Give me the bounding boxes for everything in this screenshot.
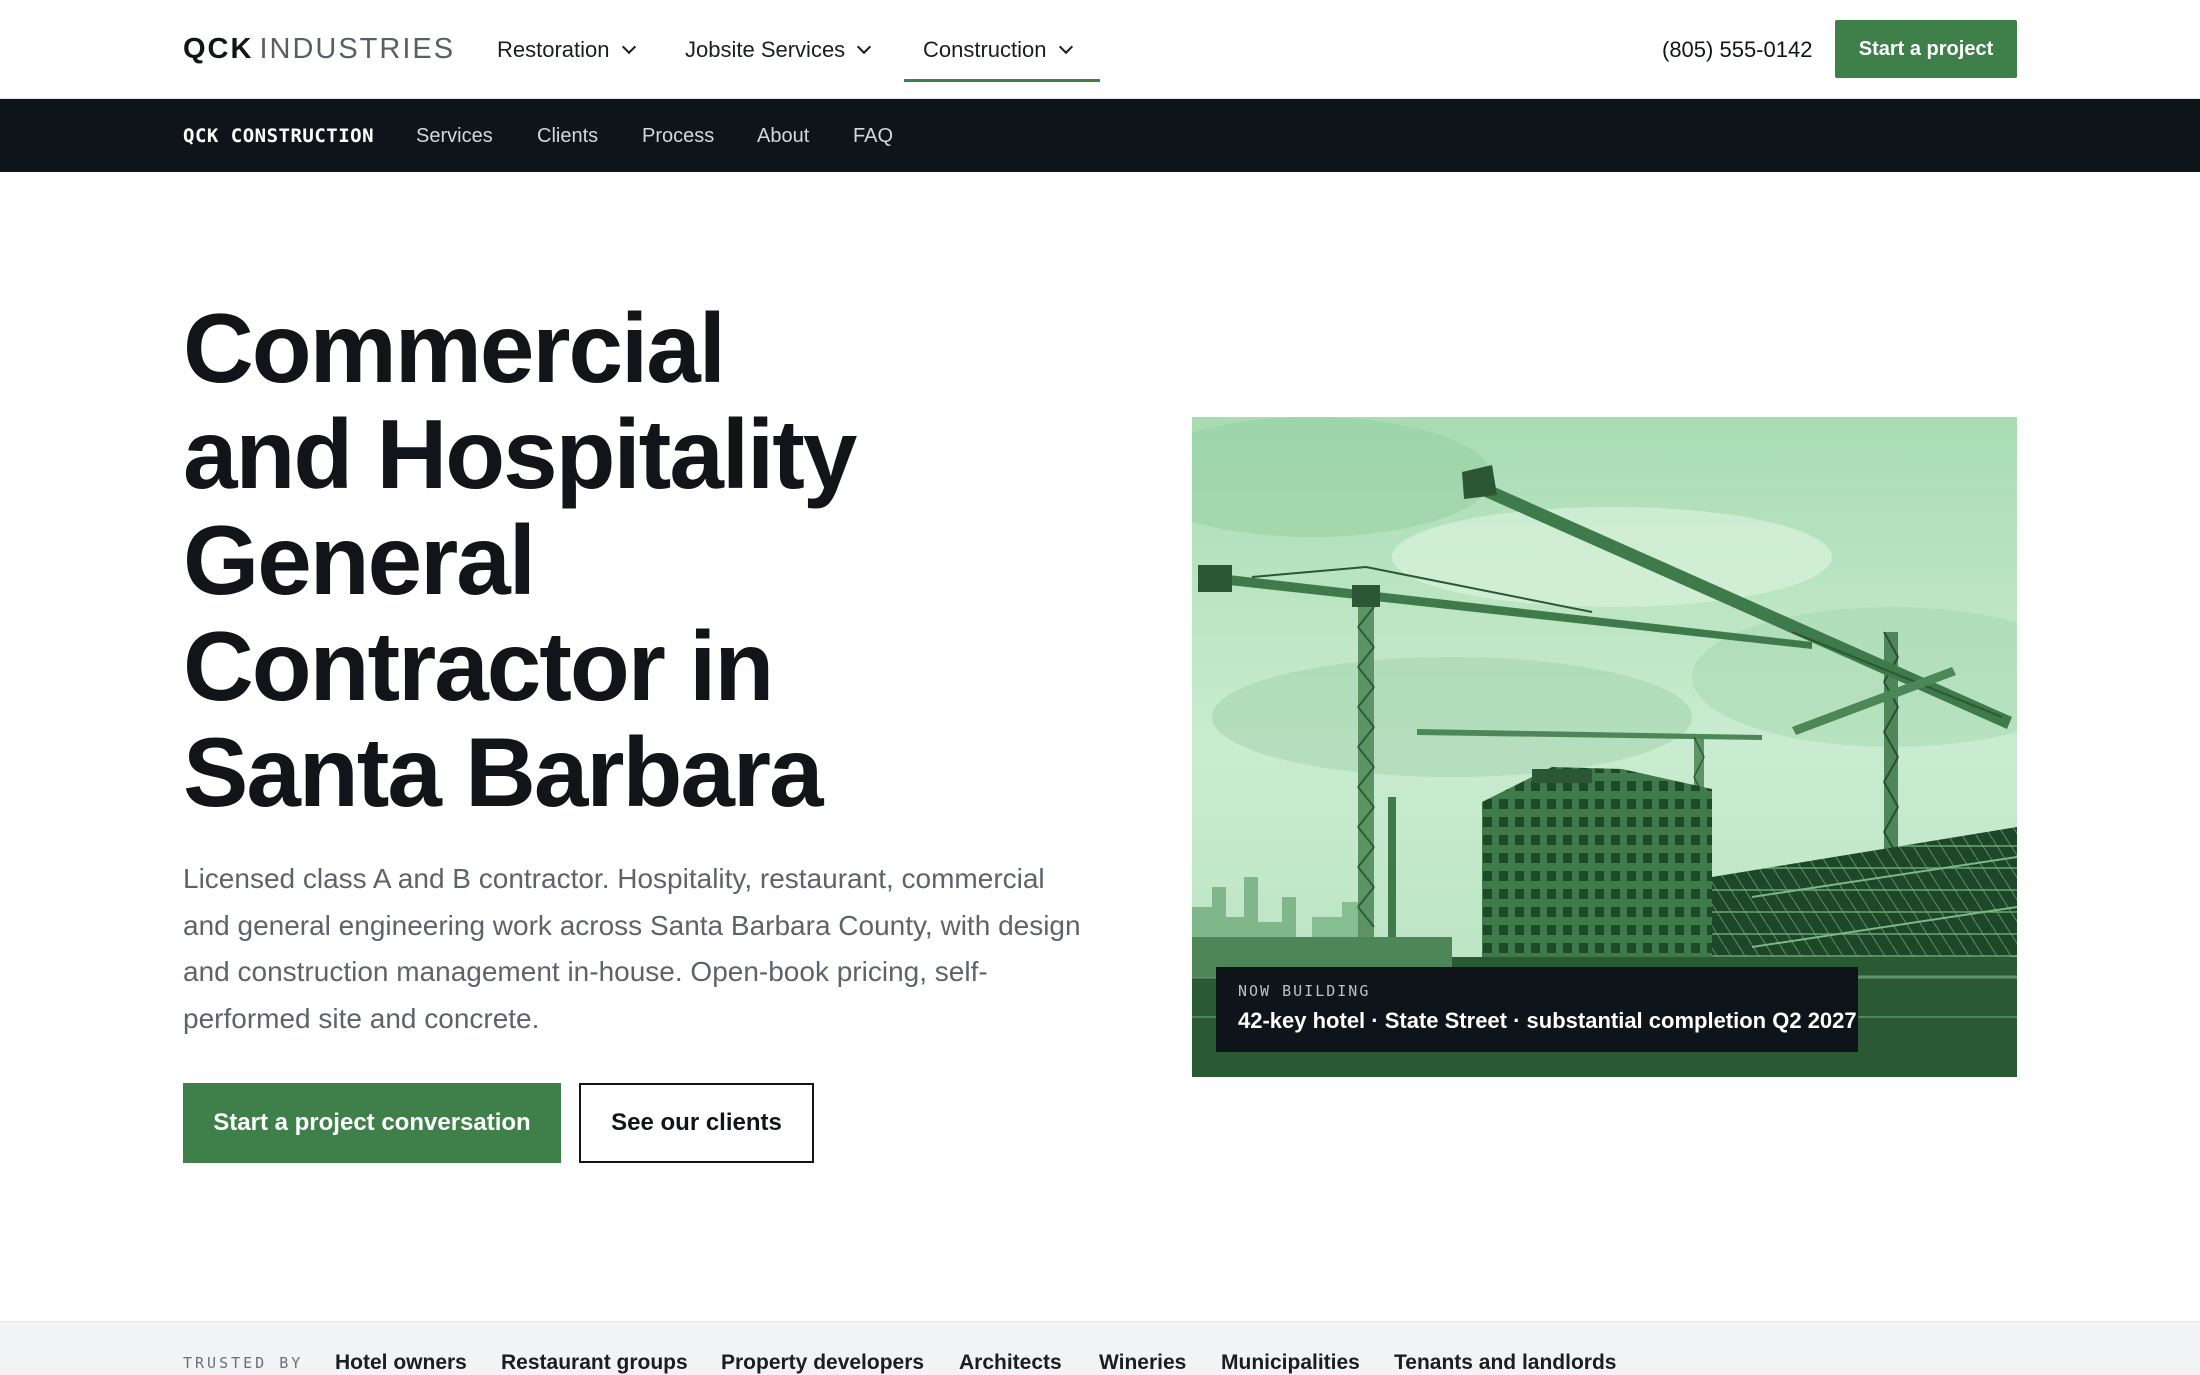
section-navigation: QCK CONSTRUCTION Services Clients Proces… [0,99,2200,172]
caption-text: 42-key hotel · State Street · substantia… [1238,1008,1857,1033]
active-nav-indicator [904,79,1100,82]
subnav-link-services[interactable]: Services [416,123,493,149]
nav-label: Construction [923,37,1047,62]
see-clients-button[interactable]: See our clients [579,1083,814,1163]
trusted-by-label: TRUSTED BY [183,1354,304,1372]
trusted-item: Wineries [1099,1351,1187,1374]
chevron-down-icon [621,39,636,55]
headline-line: Santa Barbara [183,717,824,827]
nav-restoration[interactable]: Restoration [497,30,636,70]
subnav-link-faq[interactable]: FAQ [853,123,893,149]
subnav-link-clients[interactable]: Clients [537,123,598,149]
brand-name-light: INDUSTRIES [259,33,456,65]
nav-jobsite-services[interactable]: Jobsite Services [685,30,872,70]
subnav-link-process[interactable]: Process [642,123,714,149]
top-navigation: QCK INDUSTRIES Restoration Jobsite Servic… [0,0,2200,99]
brand-name-bold: QCK [183,33,254,65]
hero-description: Licensed class A and B contractor. Hospi… [183,863,1081,1034]
trusted-item: Architects [959,1351,1062,1374]
start-project-button[interactable]: Start a project [1835,20,2017,78]
chevron-down-icon [857,39,872,55]
nav-label: Restoration [497,37,610,62]
project-caption: NOW BUILDING 42-key hotel · State Street… [1216,967,1858,1052]
nav-construction[interactable]: Construction [923,30,1073,70]
phone-link[interactable]: (805) 555-0142 [1662,33,1812,67]
subnav-link-about[interactable]: About [757,123,809,149]
headline-line: General [183,505,536,615]
trusted-item: Municipalities [1221,1351,1360,1374]
trusted-item: Restaurant groups [501,1351,688,1374]
trusted-item: Hotel owners [335,1351,467,1374]
caption-kicker: NOW BUILDING [1238,982,1371,1000]
sub-brand[interactable]: QCK CONSTRUCTION [183,123,374,149]
hero-headline: Commercial and Hospitality General Contr… [183,295,1083,825]
trusted-by-strip: TRUSTED BY Hotel owners Restaurant group… [0,1321,2200,1375]
trusted-item: Tenants and landlords [1394,1351,1617,1374]
brand-logo[interactable]: QCK INDUSTRIES [183,32,455,66]
headline-line: Commercial [183,293,726,403]
chevron-down-icon [1058,39,1073,55]
headline-line: Contractor in [183,611,774,721]
headline-line: and Hospitality [183,399,857,509]
trusted-item: Property developers [721,1351,925,1374]
nav-label: Jobsite Services [685,37,846,62]
start-project-conversation-button[interactable]: Start a project conversation [183,1083,561,1163]
